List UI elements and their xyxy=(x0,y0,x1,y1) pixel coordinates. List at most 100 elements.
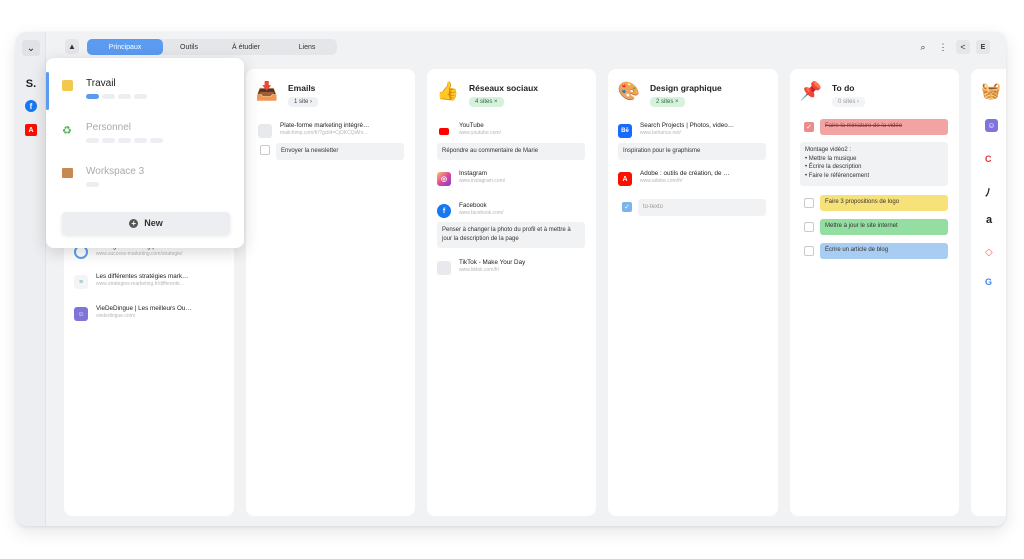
site-url: mailchimp.com/fr/?gclid=CjOKCQiAhi… xyxy=(280,130,368,136)
site-count-badge[interactable]: 2 sites × xyxy=(650,97,685,107)
todo-checkbox-1[interactable]: ✓ xyxy=(804,122,814,132)
active-indicator xyxy=(46,72,49,110)
site-url: www.success-marketing.com/strategie/ xyxy=(96,251,183,257)
basket-icon: 🧺 xyxy=(981,83,1001,100)
box-icon xyxy=(62,168,76,182)
list-item[interactable]: TikTok - Make Your Day www.tiktok.com/fr/ xyxy=(437,259,525,275)
workspace-tabs-preview xyxy=(86,182,144,187)
todo-checkbox-3[interactable] xyxy=(804,222,814,232)
canva-icon[interactable]: C xyxy=(985,154,992,164)
chevron-down-icon: ⌄ xyxy=(26,42,36,54)
google-icon[interactable]: G xyxy=(985,277,992,287)
mailchimp-icon xyxy=(258,124,272,138)
note-card[interactable]: Inspiration pour le graphisme xyxy=(618,143,766,160)
workspace-switcher-button[interactable]: ▲ xyxy=(65,39,79,54)
note-line: • Faire le référencement xyxy=(805,172,870,179)
todo-checkbox-2[interactable] xyxy=(804,198,814,208)
site-name: Facebook xyxy=(459,202,487,209)
workspace-item-travail[interactable]: Travail xyxy=(62,78,150,99)
note-card[interactable]: Penser à changer la photo du profil et à… xyxy=(437,222,585,248)
tab-liens[interactable]: Liens xyxy=(277,39,337,55)
todo-item-2[interactable]: Faire 3 propositions de logo xyxy=(820,195,948,211)
column-emails: 📥 Emails 1 site › Plate-forme marketing … xyxy=(246,69,415,516)
list-item[interactable]: ◎ Instagram www.instagram.com/ xyxy=(437,170,505,186)
list-item[interactable]: ☺ VieDeDingue | Les meilleurs Ou… viededi… xyxy=(74,305,192,321)
amazon-icon[interactable]: a xyxy=(986,214,992,226)
collapse-chevron-icon[interactable]: ⌄ xyxy=(22,40,40,56)
more-options-icon[interactable]: ⋮ xyxy=(936,40,950,54)
site-url: www.tiktok.com/fr/ xyxy=(459,267,500,273)
site-name: Search Projects | Photos, video… xyxy=(640,122,735,129)
facebook-icon: f xyxy=(437,204,451,218)
new-workspace-button[interactable]: + New xyxy=(62,212,230,234)
site-name: Instagram xyxy=(459,170,487,177)
note-line: • Mettre la musique xyxy=(805,155,857,162)
left-rail: ⌄ S. f A xyxy=(16,32,46,526)
briefcase-icon: ▲ xyxy=(68,42,76,51)
site-count-badge[interactable]: 1 site › xyxy=(288,97,319,107)
workspace-tabs-preview xyxy=(86,94,150,99)
note-card[interactable]: Répondre au commentaire de Marie xyxy=(437,143,585,160)
workspace-item-personnel[interactable]: ♻ Personnel xyxy=(62,122,166,143)
pushpin-icon: 📌 xyxy=(799,80,823,101)
strategies-marketing-icon: ≡ xyxy=(74,275,88,289)
site-name: Plate-forme marketing intégré… xyxy=(280,122,370,129)
site-url: www.instagram.com/ xyxy=(459,178,506,184)
todo-item-1[interactable]: Faire la miniature de la vidéo xyxy=(820,119,948,135)
palette-icon: 🎨 xyxy=(617,80,641,101)
app-logo[interactable]: S. xyxy=(22,76,40,92)
workspace-name: Workspace 3 xyxy=(86,166,145,177)
tab-principaux[interactable]: Principaux xyxy=(87,39,163,55)
facebook-shortcut-icon[interactable]: f xyxy=(22,98,40,114)
site-name: Adobe : outils de création, de … xyxy=(640,170,730,177)
instagram-icon: ◎ xyxy=(437,172,451,186)
workspace-popup: Travail ♻ Personnel Workspace 3 + New xyxy=(46,58,244,248)
list-item[interactable]: A Adobe : outils de création, de … www.ad… xyxy=(618,170,730,186)
note-card[interactable]: Montage vidéo2 : • Mettre la musique • É… xyxy=(800,142,948,186)
list-item[interactable]: Plate-forme marketing intégré… mailchimp.… xyxy=(258,122,369,138)
patreon-icon[interactable]: ﾉ xyxy=(985,184,991,200)
folder-icon xyxy=(62,80,76,94)
airbnb-icon[interactable]: ◇ xyxy=(985,247,993,258)
share-icon[interactable]: < xyxy=(956,40,970,54)
tiktok-icon xyxy=(437,261,451,275)
thumbs-up-icon: 👍 xyxy=(436,80,460,101)
adobe-icon: A xyxy=(25,124,37,136)
facebook-icon: f xyxy=(25,100,37,112)
viededingue-icon[interactable]: ☺ xyxy=(985,119,998,132)
column-partial: 🧺 ☺ C ﾉ a ◇ G xyxy=(971,69,1006,516)
note-checkbox[interactable] xyxy=(260,145,270,155)
column-reseaux-sociaux: 👍 Réseaux sociaux 4 sites × YouTube www.y… xyxy=(427,69,596,516)
site-url: www.behance.net/ xyxy=(640,130,681,136)
tab-outils[interactable]: Outils xyxy=(163,39,215,55)
todo-item-3[interactable]: Mettre à jour le site internet xyxy=(820,219,948,235)
workspace-item-workspace-3[interactable]: Workspace 3 xyxy=(62,166,144,187)
site-count-badge[interactable]: 4 sites × xyxy=(469,97,504,107)
note-card[interactable]: Envoyer la newsletter xyxy=(276,143,404,160)
list-item[interactable]: Bē Search Projects | Photos, video… www.b… xyxy=(618,122,734,138)
todo-checkbox-4[interactable] xyxy=(804,246,814,256)
adobe-icon: A xyxy=(618,172,632,186)
app-window: ⌄ S. f A ▲ Principaux Outils À étudier L… xyxy=(16,32,1006,526)
site-name: VieDeDingue | Les meilleurs Ou… xyxy=(96,305,192,312)
todo-item-4[interactable]: Écrire un article de blog xyxy=(820,243,948,259)
behance-icon: Bē xyxy=(618,124,632,138)
site-url: www.strategies-marketing.fr/differente… xyxy=(96,281,185,287)
workspace-name: Personnel xyxy=(86,122,132,133)
todo-card[interactable]: to-texto xyxy=(638,199,766,216)
user-avatar[interactable]: E xyxy=(976,40,990,54)
inbox-tray-icon: 📥 xyxy=(255,80,279,101)
search-icon[interactable]: ⌕ xyxy=(916,40,930,54)
site-count-badge[interactable]: 0 sites › xyxy=(832,97,866,107)
list-item[interactable]: YouTube www.youtube.com/ xyxy=(437,122,501,138)
list-item[interactable]: ≡ Les différentes stratégies mark… www.st… xyxy=(74,273,188,289)
logo-text: S. xyxy=(25,78,37,90)
workspace-name: Travail xyxy=(86,78,116,89)
list-item[interactable]: f Facebook www.facebook.com/ xyxy=(437,202,503,218)
recycle-icon: ♻ xyxy=(62,125,72,137)
adobe-shortcut-icon[interactable]: A xyxy=(22,122,40,138)
todo-checkbox[interactable]: ✓ xyxy=(622,202,632,212)
tab-a-etudier[interactable]: À étudier xyxy=(215,39,277,55)
youtube-icon xyxy=(437,124,451,138)
site-name: Les différentes stratégies mark… xyxy=(96,273,189,280)
